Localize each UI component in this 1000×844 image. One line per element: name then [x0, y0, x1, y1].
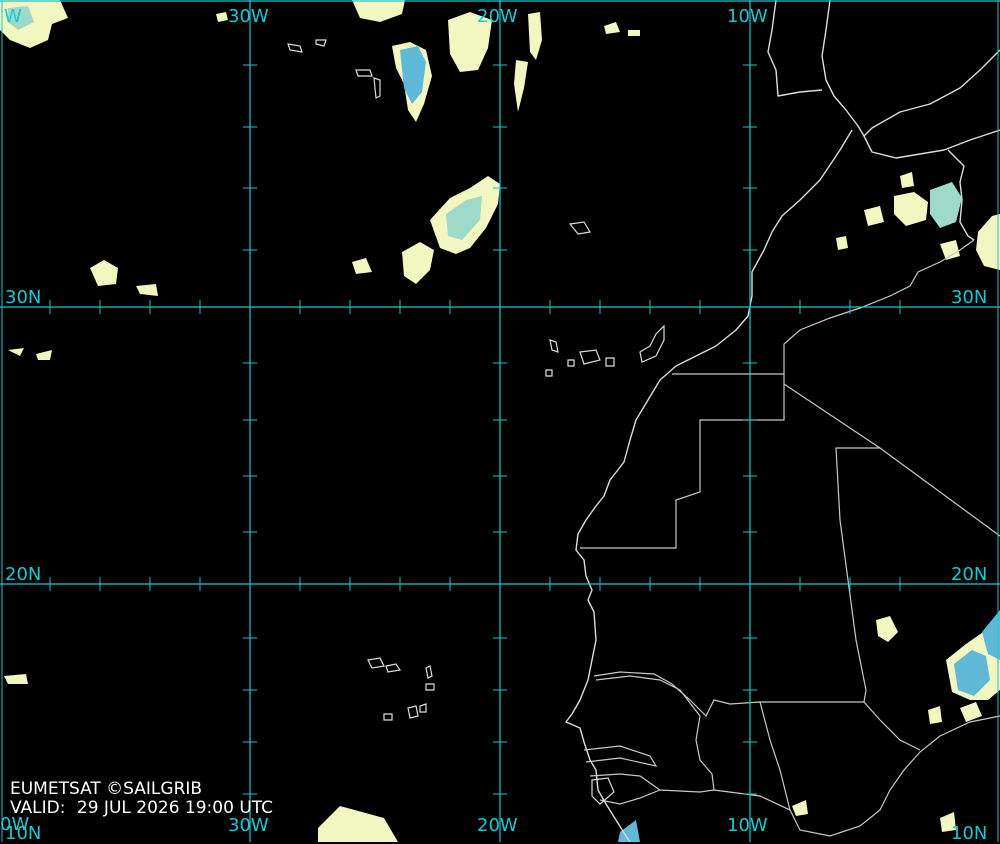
lon-label-top-partial: W	[4, 6, 22, 27]
lon-label-bottom-20w: 20W	[477, 815, 518, 836]
lat-label-right-10n: 10N	[951, 823, 988, 844]
lon-label-bottom-30w: 30W	[228, 815, 269, 836]
lon-label-top-20w: 20W	[477, 6, 518, 27]
valid-time-line: VALID: 29 JUL 2026 19:00 UTC	[10, 799, 273, 818]
lon-label-top-10w: 10W	[727, 6, 768, 27]
valid-label: VALID:	[10, 798, 66, 818]
lon-label-bottom-10w: 10W	[727, 815, 768, 836]
valid-time: 29 JUL 2026 19:00 UTC	[76, 798, 274, 818]
lat-label-right-20n: 20N	[951, 564, 988, 585]
source-credit: EUMETSAT ©SAILGRIB	[10, 779, 203, 799]
lon-label-top-30w: 30W	[228, 6, 269, 27]
lat-label-left-20n: 20N	[5, 564, 42, 585]
lat-label-right-30n: 30N	[951, 287, 988, 308]
satellite-map	[0, 0, 1000, 842]
lat-label-left-30n: 30N	[5, 287, 42, 308]
lat-label-left-10n: 10N	[5, 823, 42, 844]
